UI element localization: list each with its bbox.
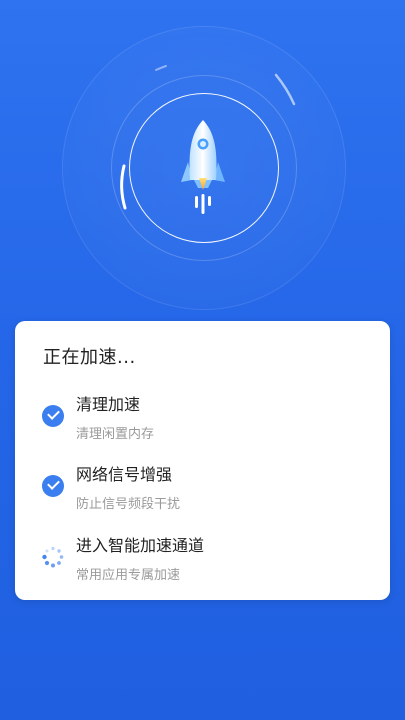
step-title: 进入智能加速通道 — [76, 536, 205, 555]
step-title: 网络信号增强 — [76, 465, 173, 484]
step-clean: 清理加速 清理闲置内存 — [15, 390, 390, 450]
step-title: 清理加速 — [76, 395, 141, 414]
step-subtitle: 常用应用专属加速 — [76, 568, 181, 583]
step-channel: 进入智能加速通道 常用应用专属加速 — [15, 531, 390, 591]
check-icon — [42, 405, 64, 427]
step-subtitle: 防止信号频段干扰 — [76, 497, 181, 512]
check-icon — [42, 475, 64, 497]
acceleration-card: 正在加速... 清理加速 清理闲置内存 网络信号增强 防止信号频段干扰 进入智能… — [15, 321, 390, 600]
card-title: 正在加速... — [43, 347, 136, 368]
accelerate-hero — [0, 0, 405, 330]
loading-spinner-icon — [42, 546, 64, 568]
rocket-icon — [181, 120, 225, 214]
step-subtitle: 清理闲置内存 — [76, 427, 155, 442]
step-signal: 网络信号增强 防止信号频段干扰 — [15, 460, 390, 520]
